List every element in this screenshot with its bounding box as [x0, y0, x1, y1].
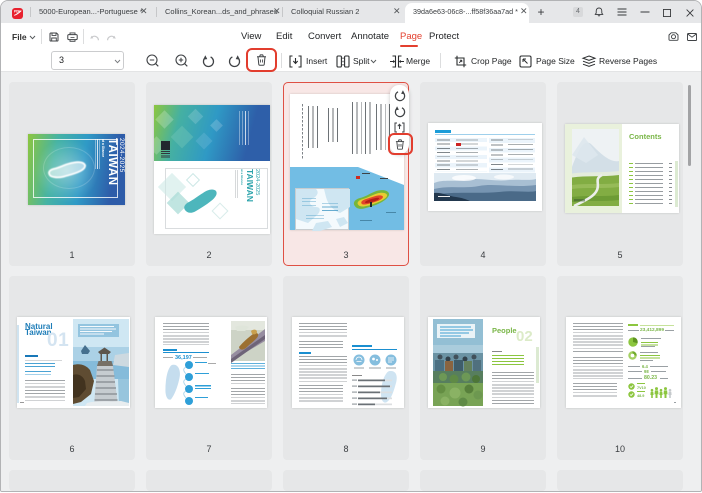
svg-text:PDF: PDF	[14, 9, 20, 13]
